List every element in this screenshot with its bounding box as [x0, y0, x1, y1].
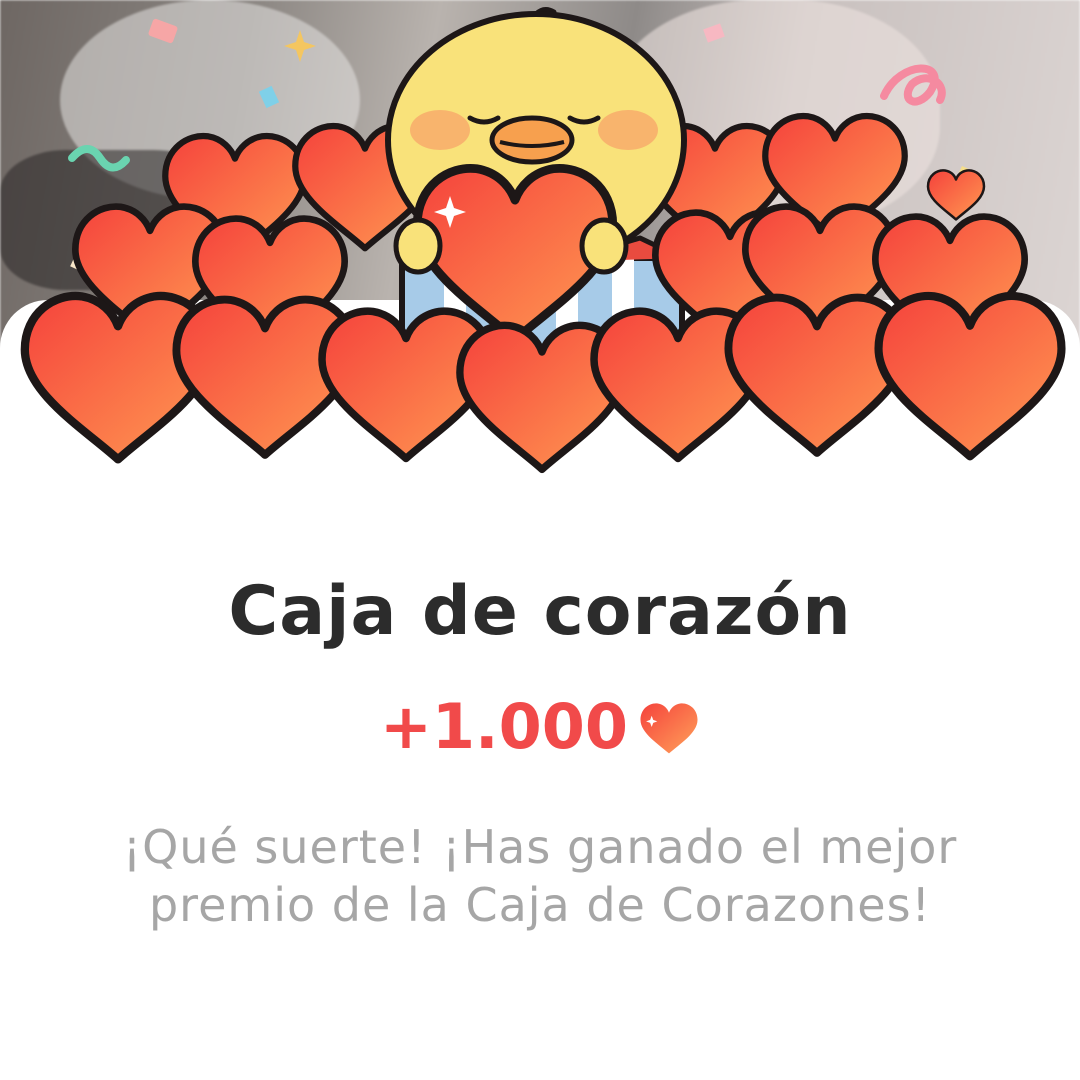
reward-amount: +1.000 — [0, 690, 1080, 763]
confetti-piece — [880, 64, 946, 106]
reward-message: ¡Qué suerte! ¡Has ganado el mejor premio… — [122, 820, 958, 932]
chick-paw — [393, 217, 443, 275]
heart-icon — [640, 702, 698, 753]
heart-icon — [926, 169, 986, 221]
confetti-piece — [284, 30, 316, 62]
confetti-piece — [68, 145, 130, 172]
reward-amount-value: +1.000 — [379, 690, 629, 763]
heart-box-illustration — [0, 7, 1080, 500]
heart-icon — [728, 298, 905, 453]
reward-title: Caja de corazón — [228, 572, 852, 651]
confetti-piece — [148, 18, 178, 44]
chick-paw — [579, 217, 629, 275]
confetti-piece — [258, 85, 280, 109]
heart-icon — [879, 296, 1062, 456]
confetti-piece — [703, 23, 725, 43]
